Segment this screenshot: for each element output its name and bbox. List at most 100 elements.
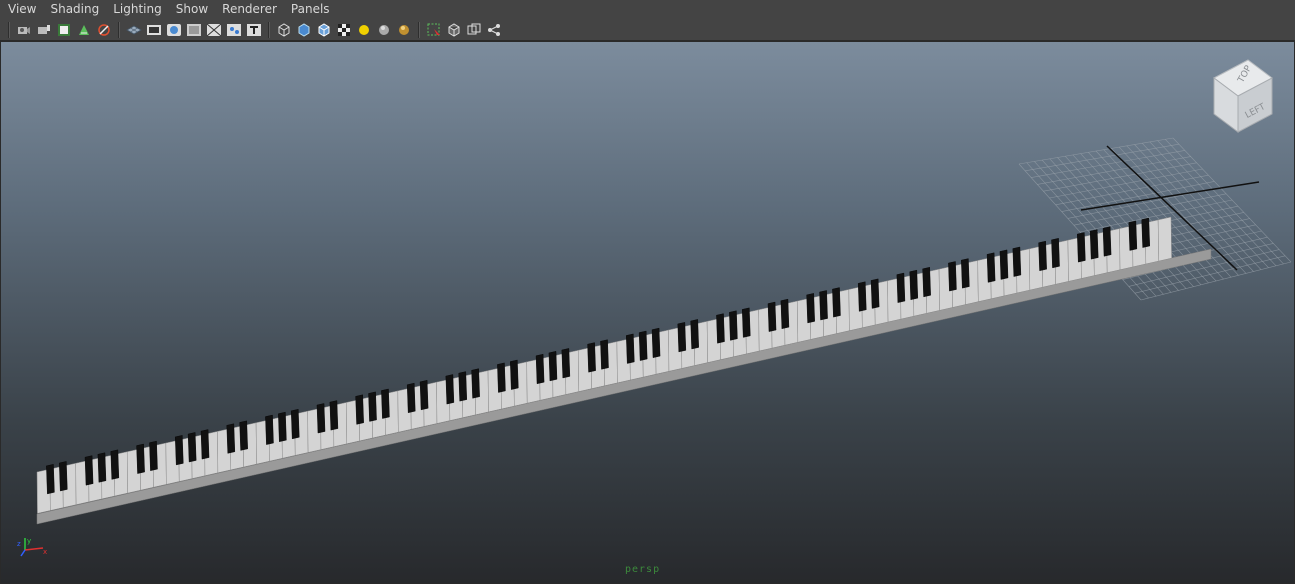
menu-show[interactable]: Show — [169, 0, 215, 19]
black-key — [136, 443, 145, 474]
white-key — [1157, 216, 1172, 262]
black-key — [497, 362, 506, 393]
smooth-shade-icon[interactable] — [296, 22, 312, 38]
black-key — [316, 403, 326, 434]
black-key — [97, 452, 107, 483]
black-key — [716, 313, 725, 344]
y-axis-label: y — [27, 537, 31, 545]
2d-pan-zoom-icon[interactable] — [76, 22, 92, 38]
use-all-lights-icon[interactable] — [356, 22, 372, 38]
share-icon[interactable] — [486, 22, 502, 38]
scene-view[interactable] — [1, 42, 1294, 583]
black-key — [510, 359, 519, 390]
image-plane-icon[interactable] — [56, 22, 72, 38]
camera-bookmark-icon[interactable] — [36, 22, 52, 38]
axis-indicator: y x z — [17, 537, 47, 557]
toolbar-separator — [418, 21, 420, 38]
black-key — [368, 391, 377, 422]
grid-toggle-icon[interactable] — [126, 22, 142, 38]
black-key — [729, 310, 738, 341]
black-key — [561, 348, 571, 379]
black-key — [1077, 232, 1086, 263]
black-key — [1089, 229, 1099, 260]
black-key — [767, 301, 777, 332]
menu-panels[interactable]: Panels — [284, 0, 337, 19]
black-key — [819, 290, 828, 321]
black-key — [84, 455, 94, 486]
black-key — [742, 307, 751, 338]
black-key — [355, 394, 364, 425]
wireframe-on-shaded-icon[interactable] — [316, 22, 332, 38]
black-key — [535, 353, 545, 385]
menu-shading[interactable]: Shading — [43, 0, 106, 19]
textured-icon[interactable] — [336, 22, 352, 38]
select-camera-icon[interactable] — [426, 22, 442, 38]
menu-lighting[interactable]: Lighting — [106, 0, 169, 19]
black-key — [651, 327, 661, 358]
grease-pencil-icon[interactable] — [96, 22, 112, 38]
black-key — [600, 339, 609, 370]
black-key — [948, 261, 957, 292]
piano-front-face — [36, 248, 1212, 525]
shadows-icon[interactable] — [376, 22, 392, 38]
menu-view[interactable]: View — [0, 0, 43, 19]
menu-renderer[interactable]: Renderer — [215, 0, 284, 19]
piano-keyboard-model[interactable] — [36, 216, 1212, 525]
wireframe-icon[interactable] — [276, 22, 292, 38]
black-key — [587, 342, 596, 373]
film-gate-icon[interactable] — [146, 22, 162, 38]
black-key — [59, 461, 68, 492]
black-key — [677, 322, 687, 353]
black-key — [832, 287, 841, 318]
camera-name-label: persp — [625, 564, 661, 575]
black-key — [961, 258, 970, 289]
black-key — [200, 429, 210, 460]
toolbar-separator — [8, 21, 10, 38]
safe-action-icon[interactable] — [226, 22, 242, 38]
black-key — [419, 380, 429, 411]
panel-toolbar — [0, 19, 1295, 41]
black-key — [1038, 240, 1047, 272]
field-chart-icon[interactable] — [206, 22, 222, 38]
black-key — [870, 278, 880, 309]
toolbar-separator — [118, 21, 120, 38]
black-key — [690, 319, 699, 350]
black-key — [110, 449, 120, 480]
black-key — [226, 423, 236, 454]
safe-title-icon[interactable] — [246, 22, 262, 38]
black-key — [149, 440, 158, 471]
viewport-panel[interactable]: TOP LEFT y x z persp — [1, 42, 1294, 583]
xray-icon[interactable] — [466, 22, 482, 38]
resolution-gate-icon[interactable] — [166, 22, 182, 38]
black-key — [896, 272, 906, 303]
black-key — [381, 388, 390, 419]
black-key — [638, 330, 648, 361]
camera-attributes-icon[interactable] — [16, 22, 32, 38]
screen-space-ao-icon[interactable] — [396, 22, 412, 38]
black-key — [46, 464, 55, 495]
view-cube[interactable]: TOP LEFT — [1208, 56, 1288, 136]
black-key — [909, 269, 919, 300]
black-key — [999, 249, 1009, 280]
black-key — [265, 414, 274, 445]
gate-mask-icon[interactable] — [186, 22, 202, 38]
x-axis-line — [24, 547, 44, 551]
black-key — [1128, 220, 1138, 251]
black-key — [1141, 217, 1150, 248]
z-axis-label: z — [17, 540, 21, 548]
x-axis-label: x — [43, 548, 47, 556]
isolate-select-icon[interactable] — [446, 22, 462, 38]
menu-bar: View Shading Lighting Show Renderer Panels — [0, 0, 1295, 19]
black-key — [986, 252, 996, 283]
black-key — [445, 374, 455, 405]
black-key — [458, 371, 467, 402]
black-key — [1102, 226, 1112, 257]
black-key — [1012, 246, 1022, 277]
black-key — [175, 435, 184, 466]
black-key — [548, 351, 558, 382]
black-key — [471, 368, 480, 399]
black-key — [278, 411, 287, 442]
black-key — [329, 400, 339, 431]
black-key — [1051, 238, 1060, 269]
black-key — [406, 382, 416, 414]
